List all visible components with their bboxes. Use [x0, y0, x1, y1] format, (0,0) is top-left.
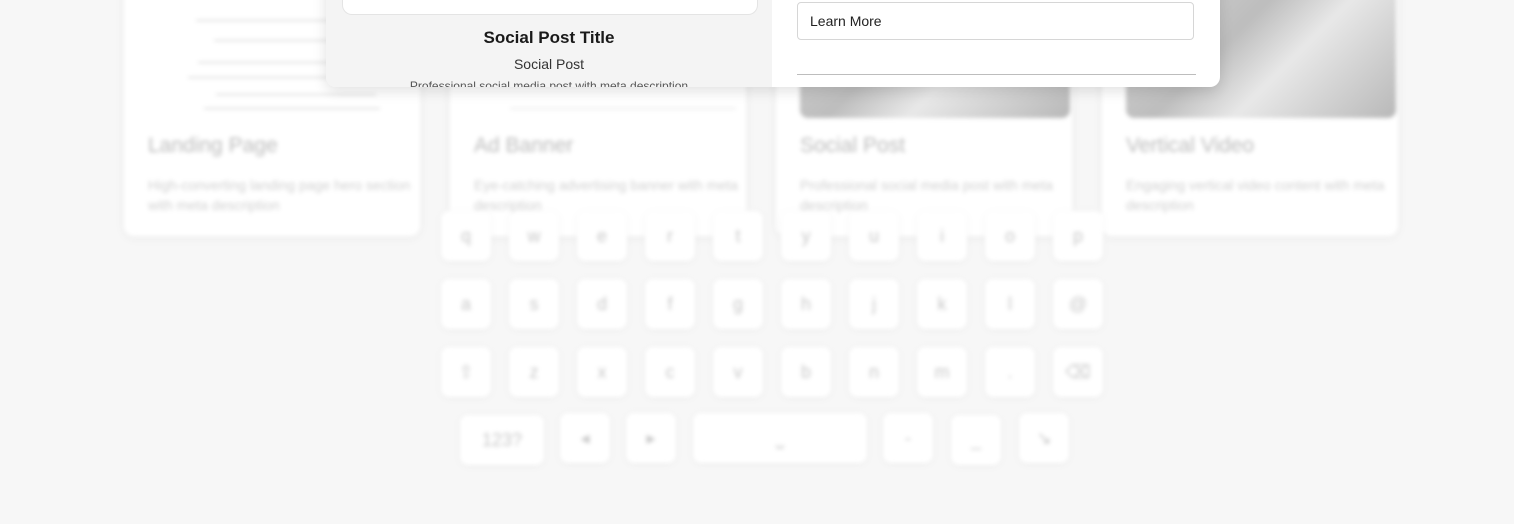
template-description: Engaging vertical video content with met… — [1126, 177, 1385, 213]
key-period[interactable]: . — [985, 347, 1035, 397]
key-underscore[interactable]: _ — [951, 415, 1001, 465]
cta-text-input[interactable] — [797, 2, 1194, 40]
key-c[interactable]: c — [645, 347, 695, 397]
key-right-arrow-icon[interactable]: ▸ — [626, 413, 676, 463]
key-n[interactable]: n — [849, 347, 899, 397]
key-y[interactable]: y — [781, 211, 831, 261]
key-hyphen[interactable]: - — [883, 413, 933, 463]
key-numbers[interactable]: 123? — [460, 415, 544, 465]
template-title: Vertical Video — [1126, 134, 1255, 157]
template-title: Ad Banner — [474, 134, 574, 157]
key-q[interactable]: q — [441, 211, 491, 261]
key-r[interactable]: r — [645, 211, 695, 261]
key-x[interactable]: x — [577, 347, 627, 397]
key-space[interactable]: ⎵ — [693, 413, 867, 463]
key-h[interactable]: h — [781, 279, 831, 329]
key-i[interactable]: i — [917, 211, 967, 261]
key-l[interactable]: l — [985, 279, 1035, 329]
key-shift-icon[interactable]: ⇧ — [441, 347, 491, 397]
key-z[interactable]: z — [509, 347, 559, 397]
key-s[interactable]: s — [509, 279, 559, 329]
preview-description: Professional social media post with meta… — [409, 79, 689, 87]
key-m[interactable]: m — [917, 347, 967, 397]
template-description: Professional social media post with meta… — [800, 177, 1053, 213]
preview-image-card — [342, 0, 758, 15]
key-backspace-icon[interactable]: ⌫ — [1053, 347, 1103, 397]
key-hide-keyboard-icon[interactable]: ↘ — [1019, 413, 1069, 463]
key-g[interactable]: g — [713, 279, 763, 329]
key-w[interactable]: w — [509, 211, 559, 261]
key-t[interactable]: t — [713, 211, 763, 261]
key-e[interactable]: e — [577, 211, 627, 261]
key-left-arrow-icon[interactable]: ◂ — [560, 413, 610, 463]
key-v[interactable]: v — [713, 347, 763, 397]
key-k[interactable]: k — [917, 279, 967, 329]
preview-panel: Social Post Title Social Post Profession… — [326, 0, 772, 87]
template-description: Eye-catching advertising banner with met… — [474, 177, 738, 213]
preview-title: Social Post Title — [483, 28, 615, 47]
template-title: Social Post — [800, 134, 906, 157]
preview-subtitle: Social Post — [513, 56, 585, 72]
key-at[interactable]: @ — [1053, 279, 1103, 329]
key-d[interactable]: d — [577, 279, 627, 329]
divider — [797, 74, 1196, 75]
template-title: Landing Page — [148, 134, 278, 157]
edit-template-modal: Social Post Title Social Post Profession… — [326, 0, 1220, 87]
key-o[interactable]: o — [985, 211, 1035, 261]
key-j[interactable]: j — [849, 279, 899, 329]
template-description: High-converting landing page hero sectio… — [148, 177, 411, 213]
key-u[interactable]: u — [849, 211, 899, 261]
key-b[interactable]: b — [781, 347, 831, 397]
key-a[interactable]: a — [441, 279, 491, 329]
key-p[interactable]: p — [1053, 211, 1103, 261]
key-f[interactable]: f — [645, 279, 695, 329]
